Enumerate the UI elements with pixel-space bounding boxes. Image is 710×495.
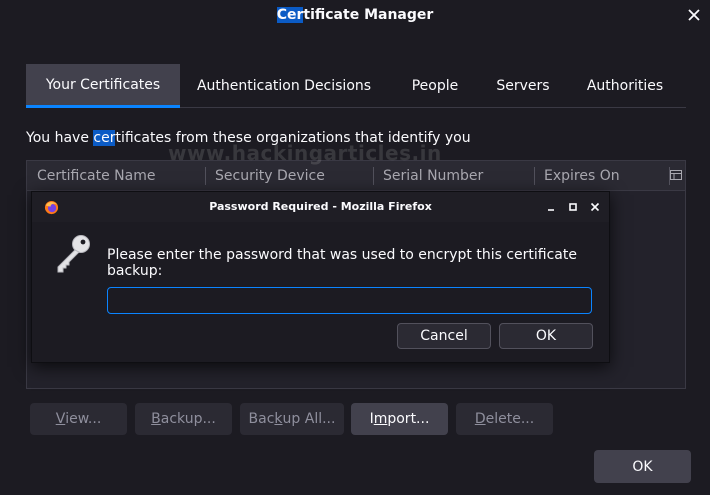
dialog-close-icon[interactable] <box>588 200 602 214</box>
import-label: port... <box>387 411 430 427</box>
delete-accesskey: D <box>474 411 486 427</box>
backup-label: ackup... <box>160 411 216 427</box>
view-label: iew... <box>65 411 102 427</box>
window-titlebar: Certificate Manager <box>0 0 710 32</box>
intro-highlight: cer <box>93 130 116 146</box>
dialog-titlebar: Password Required - Mozilla Firefox <box>32 192 609 222</box>
backup-all-accesskey: k <box>274 411 283 427</box>
view-button[interactable]: View... <box>30 403 127 435</box>
import-button[interactable]: Im port... <box>351 403 448 435</box>
column-expires-on[interactable]: Expires On <box>534 161 668 191</box>
dialog-message: Please enter the password that was used … <box>107 247 577 279</box>
column-serial-number[interactable]: Serial Number <box>373 161 534 191</box>
dialog-title: Password Required - Mozilla Firefox <box>209 200 432 213</box>
tab-authorities[interactable]: Authorities <box>564 64 686 108</box>
minimize-icon[interactable] <box>544 200 558 214</box>
backup-all-pre: Bac <box>248 411 275 427</box>
backup-button[interactable]: Backup... <box>135 403 232 435</box>
title-rest: tificate Manager <box>303 7 434 23</box>
column-picker-icon[interactable] <box>669 168 683 182</box>
intro-before: You have <box>26 130 94 146</box>
tab-your-certificates[interactable]: Your Certificates <box>26 64 180 108</box>
column-certificate-name[interactable]: Certificate Name <box>27 161 205 191</box>
tab-bar: Your Certificates Authentication Decisio… <box>26 64 686 108</box>
tab-authentication-decisions[interactable]: Authentication Decisions <box>180 64 388 108</box>
backup-all-button[interactable]: Bac k up All... <box>240 403 344 435</box>
maximize-icon[interactable] <box>566 200 580 214</box>
tree-header: Certificate Name Security Device Serial … <box>27 161 685 191</box>
cancel-button[interactable]: Cancel <box>397 323 491 349</box>
backup-accesskey: B <box>151 411 161 427</box>
password-input[interactable] <box>107 287 592 314</box>
view-accesskey: V <box>55 411 66 427</box>
backup-all-label: up All... <box>282 411 336 427</box>
key-icon <box>57 235 90 273</box>
title-highlight: Cer <box>276 7 304 23</box>
close-icon[interactable] <box>686 7 702 23</box>
column-security-device[interactable]: Security Device <box>205 161 373 191</box>
delete-label: elete... <box>485 411 535 427</box>
dialog-ok-button[interactable]: OK <box>499 323 593 349</box>
import-accesskey: m <box>373 411 388 427</box>
watermark: www.hackingarticles.in <box>168 141 442 165</box>
tab-people[interactable]: People <box>388 64 482 108</box>
window-title: Certificate Manager <box>0 7 710 23</box>
delete-button[interactable]: Delete... <box>456 403 553 435</box>
tab-servers[interactable]: Servers <box>482 64 564 108</box>
ok-button[interactable]: OK <box>594 450 691 483</box>
password-dialog: Password Required - Mozilla Firefox Plea… <box>31 191 610 363</box>
